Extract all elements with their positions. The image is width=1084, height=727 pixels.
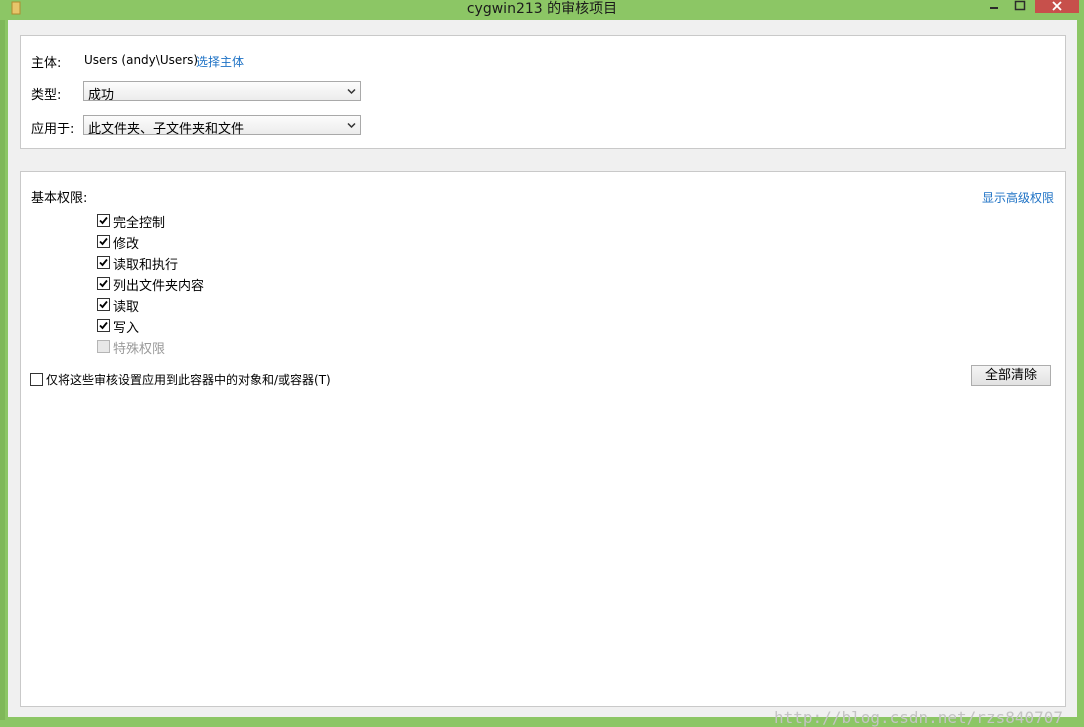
window-title: cygwin213 的审核项目 xyxy=(466,1,618,17)
title-bar: cygwin213 的审核项目 xyxy=(0,0,1084,20)
permission-label: 读取 xyxy=(113,300,140,315)
check-icon xyxy=(99,279,108,288)
check-icon xyxy=(99,237,108,246)
permission-label: 列出文件夹内容 xyxy=(113,279,205,294)
background-stripe xyxy=(0,20,5,720)
permission-label: 修改 xyxy=(113,237,140,252)
maximize-button[interactable] xyxy=(1012,0,1028,14)
audit-entry-window: 主体: Users (andy\Users) 选择主体 类型: 成功 应用于: … xyxy=(8,20,1077,727)
permissions-panel: 基本权限: 显示高级权限 完全控制 修改 读取和执行 列出文件夹内容 读取 写入 xyxy=(20,171,1066,707)
basic-permissions-label: 基本权限: xyxy=(31,191,88,206)
permission-label: 写入 xyxy=(113,321,140,336)
permission-label: 特殊权限 xyxy=(113,342,166,357)
type-select[interactable]: 成功 xyxy=(83,81,361,103)
checkbox[interactable] xyxy=(30,373,43,386)
chevron-down-icon xyxy=(347,122,356,129)
close-icon xyxy=(1052,1,1062,11)
check-icon xyxy=(99,321,108,330)
applies-to-select[interactable]: 此文件夹、子文件夹和文件 xyxy=(83,115,361,137)
permission-label: 读取和执行 xyxy=(113,258,179,273)
checkbox[interactable] xyxy=(97,298,110,311)
check-icon xyxy=(99,300,108,309)
applies-to-selected-value: 此文件夹、子文件夹和文件 xyxy=(88,122,245,137)
watermark: http://blog.csdn.net/rzs840707 xyxy=(774,708,1063,727)
check-icon xyxy=(99,258,108,267)
principal-label: 主体: xyxy=(31,56,62,71)
checkbox-disabled xyxy=(97,340,110,353)
show-advanced-permissions-link[interactable]: 显示高级权限 xyxy=(982,189,1054,206)
close-button[interactable] xyxy=(1035,0,1079,13)
permission-label: 完全控制 xyxy=(113,216,166,231)
check-icon xyxy=(99,216,108,225)
type-selected-value: 成功 xyxy=(88,88,115,103)
checkbox[interactable] xyxy=(97,214,110,227)
checkbox[interactable] xyxy=(97,277,110,290)
type-label: 类型: xyxy=(31,88,62,103)
only-apply-label: 仅将这些审核设置应用到此容器中的对象和/或容器(T) xyxy=(46,373,331,387)
minimize-button[interactable] xyxy=(985,0,1003,14)
principal-panel: 主体: Users (andy\Users) 选择主体 类型: 成功 应用于: … xyxy=(20,35,1066,149)
checkbox[interactable] xyxy=(97,319,110,332)
clear-all-button[interactable]: 全部清除 xyxy=(971,365,1051,386)
principal-value: Users (andy\Users) xyxy=(84,53,199,67)
applies-to-label: 应用于: xyxy=(31,122,75,137)
checkbox[interactable] xyxy=(97,235,110,248)
chevron-down-icon xyxy=(347,88,356,95)
checkbox[interactable] xyxy=(97,256,110,269)
select-principal-link[interactable]: 选择主体 xyxy=(196,53,244,70)
